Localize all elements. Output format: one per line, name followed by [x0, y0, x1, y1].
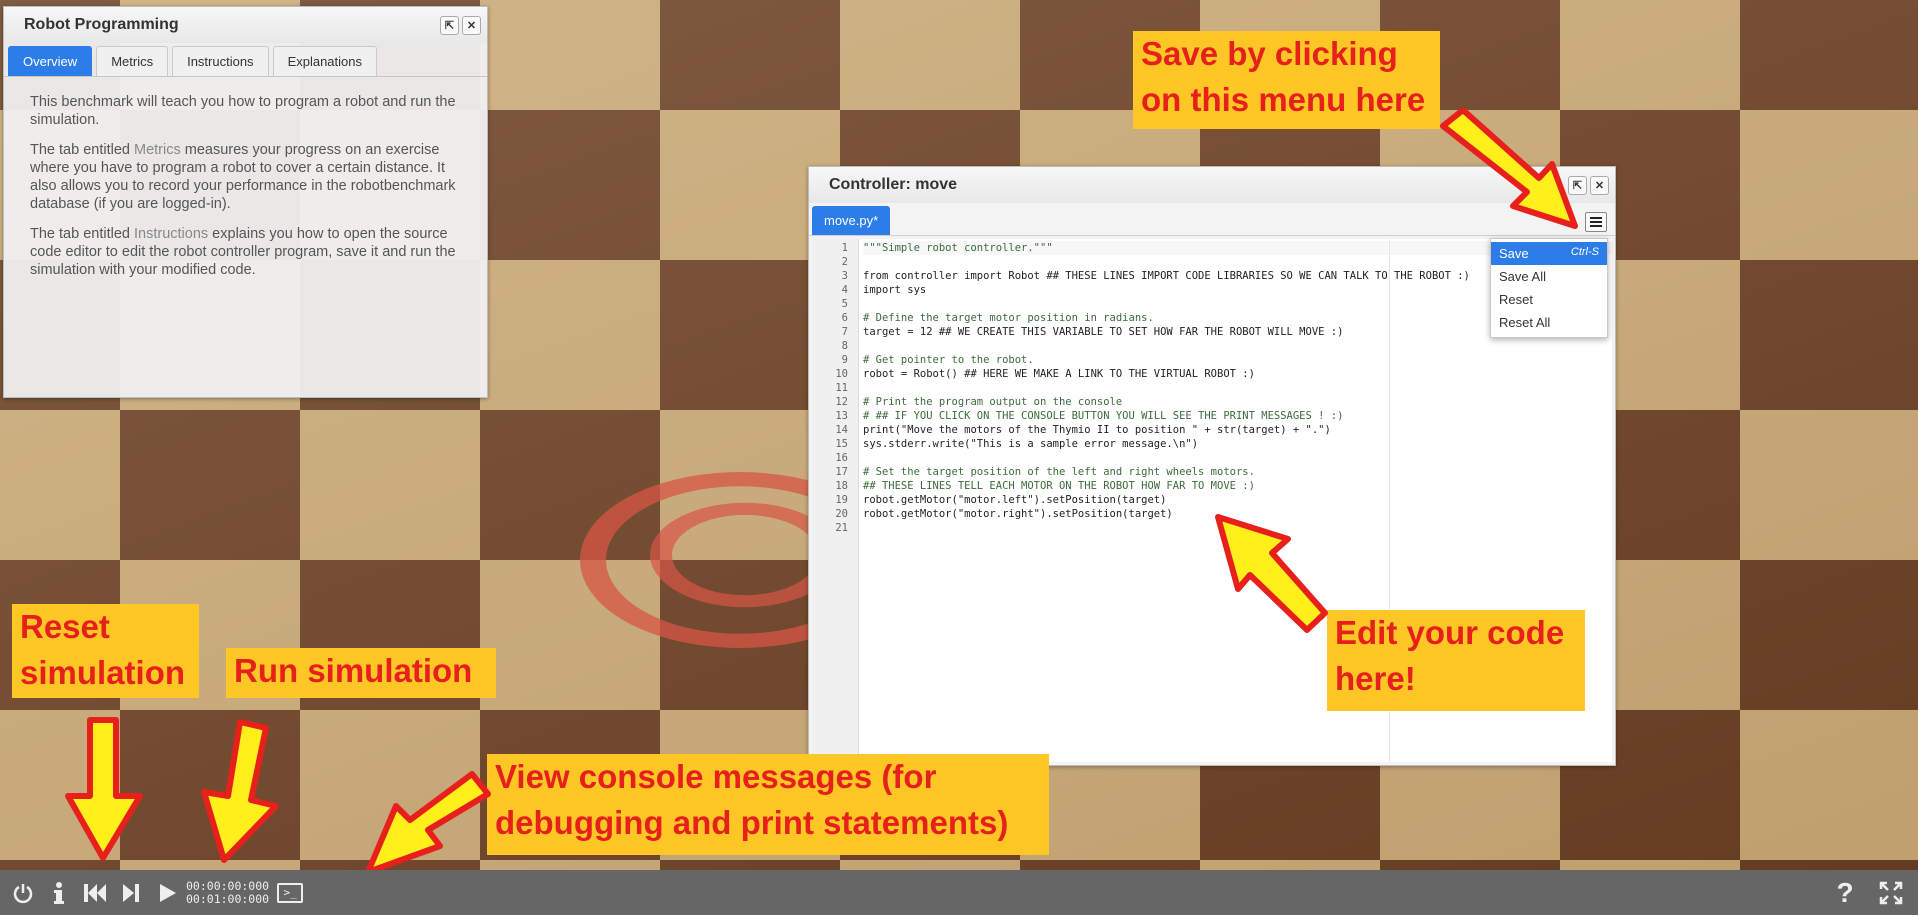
line-number: 21: [835, 522, 848, 534]
arrow-to-run: [201, 719, 279, 863]
code-line[interactable]: robot = Robot() ## HERE WE MAKE A LINK T…: [863, 367, 1612, 381]
line-number: 3: [841, 270, 848, 282]
editor-title: Controller: move: [829, 176, 958, 193]
line-number: 1: [841, 242, 848, 254]
console-icon[interactable]: >_: [277, 882, 304, 903]
line-number-gutter: 1 2 3 4 5 6 7 8 9 10 11 12 13 14 15 16 17 18 19 20 21: [812, 239, 859, 762]
menu-item-save-all-label: Save All: [1499, 269, 1546, 284]
time-limit: 00:01:00:000: [186, 891, 270, 906]
fullscreen-icon[interactable]: [1878, 880, 1904, 906]
code-line[interactable]: # Get pointer to the robot.: [863, 353, 1612, 367]
help-icon[interactable]: ?: [1832, 877, 1858, 908]
line-number: 14: [835, 424, 848, 436]
metrics-link-text: Metrics: [134, 142, 181, 158]
code-line[interactable]: sys.stderr.write("This is a sample error…: [863, 437, 1612, 451]
line-number: 17: [835, 466, 848, 478]
close-icon[interactable]: ✕: [1590, 175, 1609, 195]
line-number: 12: [835, 396, 848, 408]
step-icon[interactable]: [118, 880, 144, 906]
info-panel: Robot Programming ⇱ ✕ Overview Metrics I…: [3, 6, 488, 398]
overview-paragraph-2: The tab entitled Metrics measures your p…: [30, 141, 463, 213]
power-icon[interactable]: [10, 880, 36, 906]
line-number: 11: [835, 382, 848, 394]
tab-metrics[interactable]: Metrics: [96, 46, 169, 76]
annotation-save-menu: Save by clicking on this menu here: [1133, 31, 1440, 129]
menu-item-reset-all-label: Reset All: [1499, 315, 1551, 330]
annotation-run-simulation: Run simulation: [226, 648, 496, 698]
line-number: 13: [835, 410, 848, 422]
code-line[interactable]: [863, 381, 1612, 395]
info-panel-titlebar[interactable]: Robot Programming ⇱ ✕: [4, 7, 487, 43]
menu-item-save-label: Save: [1499, 246, 1529, 261]
code-line[interactable]: ## THESE LINES TELL EACH MOTOR ON THE RO…: [863, 479, 1612, 493]
code-line[interactable]: [863, 339, 1612, 353]
code-line[interactable]: print("Move the motors of the Thymio II …: [863, 423, 1612, 437]
line-number: 7: [841, 326, 848, 338]
line-number: 9: [841, 354, 848, 366]
line-number: 10: [835, 368, 848, 380]
line-number: 20: [835, 508, 848, 520]
menu-item-reset-label: Reset: [1499, 292, 1533, 307]
line-number: 4: [841, 284, 848, 296]
instructions-link-text: Instructions: [134, 226, 209, 242]
text: The tab entitled: [30, 142, 134, 158]
menu-item-save-all[interactable]: Save All: [1491, 265, 1607, 288]
line-number: 6: [841, 312, 848, 324]
line-number: 2: [841, 256, 848, 268]
info-tabs: Overview Metrics Instructions Explanatio…: [4, 43, 487, 77]
arrow-to-code: [1215, 514, 1328, 633]
line-number: 8: [841, 340, 848, 352]
elapsed-time: 00:00:00:000: [186, 878, 270, 893]
arrow-to-console: [365, 771, 491, 875]
line-number: 16: [835, 452, 848, 464]
reset-simulation-icon[interactable]: [82, 880, 108, 906]
code-line[interactable]: # ## IF YOU CLICK ON THE CONSOLE BUTTON …: [863, 409, 1612, 423]
code-line[interactable]: # Set the target position of the left an…: [863, 465, 1612, 479]
popout-icon[interactable]: ⇱: [440, 15, 459, 35]
overview-paragraph-1: This benchmark will teach you how to pro…: [30, 94, 456, 128]
line-number: 18: [835, 480, 848, 492]
simulation-time: 00:00:00:000 00:01:00:000: [186, 878, 270, 906]
info-panel-title: Robot Programming: [24, 16, 179, 33]
tab-instructions[interactable]: Instructions: [172, 46, 269, 76]
play-icon[interactable]: [154, 880, 180, 906]
file-menu-dropdown: Save Ctrl-S Save All Reset Reset All: [1490, 238, 1608, 338]
close-icon[interactable]: ✕: [462, 15, 481, 35]
annotation-console: View console messages (for debugging and…: [487, 754, 1049, 855]
tab-explanations[interactable]: Explanations: [272, 46, 378, 76]
overview-paragraph-3: The tab entitled Instructions explains y…: [30, 225, 463, 279]
file-tab-move-py[interactable]: move.py*: [812, 206, 891, 235]
line-number: 15: [835, 438, 848, 450]
line-number: 19: [835, 494, 848, 506]
hamburger-menu-icon[interactable]: [1585, 212, 1607, 232]
overview-content: This benchmark will teach you how to pro…: [4, 77, 487, 279]
save-shortcut: Ctrl-S: [1570, 246, 1599, 258]
tab-overview[interactable]: Overview: [8, 46, 93, 76]
text: The tab entitled: [30, 226, 134, 242]
annotation-reset-simulation: Reset simulation: [12, 604, 199, 698]
menu-item-reset[interactable]: Reset: [1491, 288, 1607, 311]
code-line[interactable]: # Print the program output on the consol…: [863, 395, 1612, 409]
annotation-edit-code: Edit your code here!: [1327, 610, 1585, 711]
simulation-toolbar: 00:00:00:000 00:01:00:000 >_ ?: [0, 870, 1918, 915]
menu-item-reset-all[interactable]: Reset All: [1491, 311, 1607, 334]
menu-item-save[interactable]: Save Ctrl-S: [1491, 242, 1607, 265]
code-line[interactable]: [863, 451, 1612, 465]
arrow-to-menu: [1440, 108, 1578, 229]
info-icon[interactable]: [46, 880, 72, 906]
arrow-to-reset: [65, 717, 143, 861]
line-number: 5: [841, 298, 848, 310]
